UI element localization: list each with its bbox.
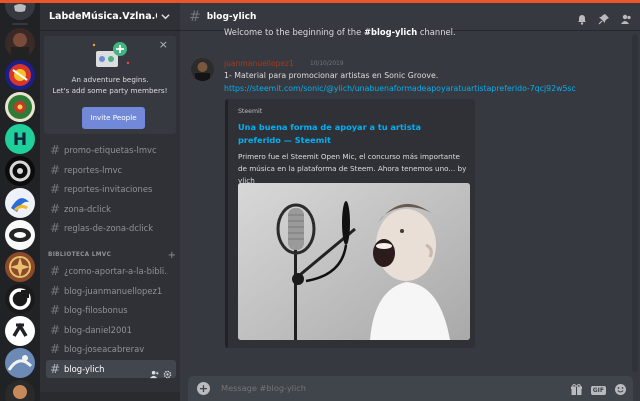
server-avatar-3[interactable] xyxy=(5,92,35,122)
guild-header[interactable]: LabdeMúsica.Vzlna.Cont... xyxy=(40,3,180,31)
hash-icon: # xyxy=(189,8,201,25)
welcome-message: Welcome to the beginning of the #blog-yl… xyxy=(224,27,456,37)
channel-blog-joseacabrerav[interactable]: # blog-joseacabrerav xyxy=(46,340,176,358)
server-avatar-12[interactable] xyxy=(5,380,35,401)
add-member-icon[interactable] xyxy=(150,364,159,383)
channel-reportes-invitaciones[interactable]: # reportes-invitaciones xyxy=(46,180,176,198)
invite-line-2: Let's add some party members! xyxy=(52,85,168,95)
hash-icon: # xyxy=(50,323,61,337)
channel-title: blog-ylich xyxy=(206,11,257,22)
channel-label: blog-ylich xyxy=(64,364,105,374)
channel-label: blog-juanmanuellopez1 xyxy=(64,286,163,296)
embed-title[interactable]: Una buena forma de apoyar a tu artista p… xyxy=(238,121,458,147)
avatar[interactable] xyxy=(191,58,214,81)
update-banner-line xyxy=(0,0,640,3)
chat-area: # blog-ylich Welcome to the beginning of… xyxy=(180,0,640,401)
bell-icon[interactable] xyxy=(576,10,588,29)
guild-name: LabdeMúsica.Vzlna.Cont... xyxy=(49,11,157,22)
server-rail: H xyxy=(0,0,40,401)
server-h[interactable]: H xyxy=(5,124,35,154)
gear-icon[interactable] xyxy=(163,364,172,383)
category-label: BIBLIOTECA LMVC xyxy=(48,252,112,258)
server-avatar-10[interactable] xyxy=(5,316,35,346)
hash-icon: # xyxy=(50,202,61,216)
invite-people-button[interactable]: Invite People xyxy=(82,107,145,129)
server-avatar-5[interactable] xyxy=(5,156,35,186)
server-avatar-7[interactable] xyxy=(5,220,35,250)
channel-label: reglas-de-zona-dclick xyxy=(64,223,154,233)
welcome-channel: #blog-ylich xyxy=(363,27,418,37)
chat-scrollbar[interactable] xyxy=(632,34,638,372)
add-channel-icon[interactable]: + xyxy=(168,250,176,261)
channel-actions xyxy=(150,364,172,383)
channel-label: zona-dclick xyxy=(64,204,112,214)
invite-line-1: An adventure begins. xyxy=(71,75,149,84)
hash-icon: # xyxy=(50,264,61,278)
server-avatar-9[interactable] xyxy=(5,284,35,314)
message-author[interactable]: juanmanuellopez1 xyxy=(224,59,294,68)
hash-icon: # xyxy=(50,303,61,317)
server-avatar-2[interactable] xyxy=(5,60,35,90)
welcome-suffix: channel. xyxy=(417,27,456,37)
discord-home-icon[interactable] xyxy=(5,0,35,20)
invite-card: × An adventure begins. Let's add some pa… xyxy=(44,36,176,134)
channel-label: blog-daniel2001 xyxy=(64,325,132,335)
user-panel xyxy=(40,392,180,401)
discord-app: H LabdeMúsica.Vzlna.Cont... xyxy=(0,0,640,401)
pin-icon[interactable] xyxy=(598,10,610,29)
gift-icon[interactable] xyxy=(570,381,583,400)
channel-reglas-de-zona-dclick[interactable]: # reglas-de-zona-dclick xyxy=(46,219,176,237)
add-attachment-icon[interactable]: + xyxy=(197,382,210,395)
channel-label: promo-etiquetas-lmvc xyxy=(64,145,157,155)
hash-icon: # xyxy=(50,143,61,157)
hash-icon: # xyxy=(50,221,61,235)
message-input[interactable] xyxy=(221,383,521,393)
hash-icon: # xyxy=(50,284,61,298)
members-icon[interactable] xyxy=(620,10,632,29)
svg-text:H: H xyxy=(13,130,27,150)
rail-separator xyxy=(12,23,28,25)
server-avatar-1[interactable] xyxy=(5,28,35,58)
message-composer: + GIF xyxy=(188,376,633,401)
composer-actions: GIF xyxy=(570,381,627,400)
message-text: 1- Material para promocionar artistas en… xyxy=(224,71,439,80)
channel-blog-ylich[interactable]: # blog-ylich xyxy=(46,360,176,379)
channel-label: ¿como-aportar-a-la-bibli... xyxy=(64,266,168,276)
channel-blog-daniel2001[interactable]: # blog-daniel2001 xyxy=(46,321,176,339)
server-avatar-6[interactable] xyxy=(5,188,35,218)
channel-blog-juanmanuellopez1[interactable]: # blog-juanmanuellopez1 xyxy=(46,282,176,300)
gif-icon[interactable]: GIF xyxy=(590,386,606,395)
channel-zona-dclick[interactable]: # zona-dclick xyxy=(46,200,176,218)
embed-image[interactable] xyxy=(238,183,470,340)
channel-label: blog-joseacabrerav xyxy=(64,344,145,354)
server-avatar-8[interactable] xyxy=(5,252,35,282)
channel-sidebar: LabdeMúsica.Vzlna.Cont... × An adven xyxy=(40,0,180,401)
channel-label: blog-filosbonus xyxy=(64,305,128,315)
hash-icon: # xyxy=(50,362,61,376)
channel-promo-etiquetas-lmvc[interactable]: # promo-etiquetas-lmvc xyxy=(46,141,176,159)
channel-como-aportar[interactable]: # ¿como-aportar-a-la-bibli... xyxy=(46,262,176,280)
channel-blog-filosbonus[interactable]: # blog-filosbonus xyxy=(46,301,176,319)
embed-provider: Steemit xyxy=(238,108,263,115)
party-illustration-icon xyxy=(90,41,130,71)
embed-description: Primero fue el Steemit Open Mic, el conc… xyxy=(238,152,467,185)
close-icon[interactable]: × xyxy=(159,38,168,51)
header-actions xyxy=(576,10,632,29)
channel-label: reportes-invitaciones xyxy=(64,184,153,194)
category-biblioteca-lmvc[interactable]: BIBLIOTECA LMVC + xyxy=(48,249,176,261)
welcome-prefix: Welcome to the beginning of the xyxy=(224,27,364,37)
emoji-icon[interactable] xyxy=(614,381,627,400)
hash-icon: # xyxy=(50,163,61,177)
message-link[interactable]: https://steemit.com/sonic/@ylich/unabuen… xyxy=(224,84,576,93)
channel-label: reportes-lmvc xyxy=(64,165,123,175)
link-embed: Steemit Una buena forma de apoyar a tu a… xyxy=(225,99,475,348)
message-timestamp: 10/10/2019 xyxy=(310,61,344,67)
invite-text: An adventure begins. Let's add some part… xyxy=(44,75,176,96)
server-avatar-11[interactable] xyxy=(5,348,35,378)
channel-reportes-lmvc[interactable]: # reportes-lmvc xyxy=(46,161,176,179)
hash-icon: # xyxy=(50,342,61,356)
chevron-down-icon[interactable] xyxy=(161,12,170,24)
hash-icon: # xyxy=(50,182,61,196)
